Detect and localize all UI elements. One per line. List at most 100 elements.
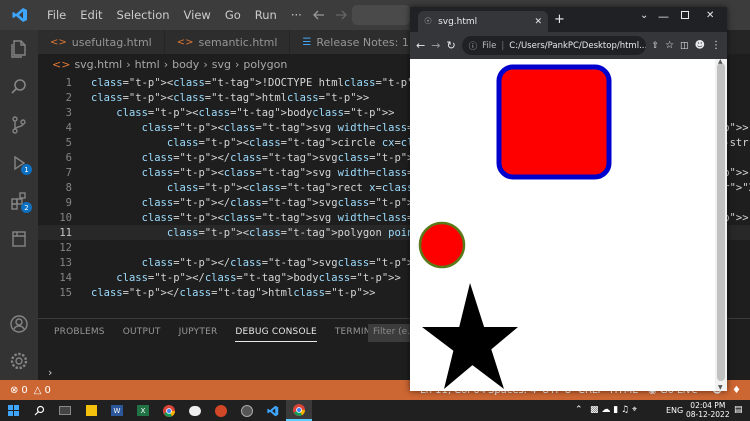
command-center[interactable] [352,5,410,25]
remote-explorer-icon[interactable] [0,220,38,258]
menu-selection[interactable]: Selection [110,8,177,22]
bookmark-star-icon[interactable]: ☆ [665,40,674,51]
star-polygon-shape [422,283,518,389]
chrome-active-icon[interactable] [286,400,312,421]
source-control-icon[interactable] [0,106,38,144]
menu-view[interactable]: View [177,8,218,22]
menu-go[interactable]: Go [218,8,248,22]
tab-search-chevron-icon[interactable]: ⌄ [640,10,648,21]
address-prefix: File [482,40,497,51]
breadcrumb-svg[interactable]: svg [212,58,231,71]
paint-icon[interactable] [182,400,208,421]
search-icon[interactable] [0,68,38,106]
line-number: 7 [65,166,72,179]
chrome-icon[interactable] [156,400,182,421]
chrome-tab[interactable]: ☉ svg.html ✕ [418,11,548,32]
address-bar[interactable]: ⓘ File | C:/Users/PankPC/Desktop/html... [461,36,646,55]
error-icon[interactable]: ⊗ [10,385,18,396]
account-icon[interactable] [0,305,38,343]
close-tab-icon[interactable]: ✕ [534,17,542,27]
scrollbar-thumb[interactable] [717,63,725,381]
chrome-window: ☉ svg.html ✕ + ⌄ — ✕ ← → ↻ ⓘ File | C:/U… [410,7,727,391]
menu-bar: File Edit Selection View Go Run ··· [40,8,309,22]
warning-icon[interactable]: △ [34,385,42,396]
panel-tab-output[interactable]: OUTPUT [123,327,161,342]
scroll-up-icon[interactable]: ▲ [718,58,723,65]
breadcrumb-body[interactable]: body [172,58,199,71]
powerpoint-icon[interactable] [208,400,234,421]
chrome-tab-title: svg.html [438,16,478,27]
close-window-icon[interactable]: ✕ [706,10,714,21]
forward-arrow-icon[interactable] [334,8,348,25]
html-file-icon: <> [50,36,67,48]
back-arrow-icon[interactable]: ← [416,39,425,52]
excel-icon[interactable]: X [130,400,156,421]
code-text: class="t-p"></class="t-tag">svgclass="t-… [141,151,420,164]
notifications-bell-icon[interactable]: ♦ [732,385,741,396]
clock[interactable]: 02:04 PM 08-12-2022 [686,401,730,419]
app-icon[interactable] [234,400,260,421]
notification-center-icon[interactable]: ▤ [734,405,743,415]
menu-file[interactable]: File [40,8,73,22]
code-text: class="t-p"><class="t-tag">htmlclass="t-… [91,91,370,104]
chevron-right-icon: › [126,57,131,71]
clock-time: 02:04 PM [690,401,726,410]
tab-semantic[interactable]: <> semantic.html [164,30,291,54]
run-badge: 1 [21,164,32,175]
scrollbar[interactable]: ▲ ▼ [715,58,727,391]
minimize-icon[interactable]: — [658,10,669,23]
tray-chevron-up-icon[interactable]: ⌃ [575,405,583,415]
html-file-icon: <> [176,36,194,48]
chrome-toolbar: ← → ↻ ⓘ File | C:/Users/PankPC/Desktop/h… [410,32,727,59]
panel-tab-debug-console[interactable]: DEBUG CONSOLE [235,327,317,342]
reload-icon[interactable]: ↻ [446,39,455,52]
code-text: class="t-p"></class="t-tag">svgclass="t-… [141,256,420,269]
tab-label: usefultag.html [71,35,152,49]
scroll-down-icon[interactable]: ▼ [718,384,723,391]
extensions-badge: 2 [21,202,32,213]
clock-date: 08-12-2022 [686,410,730,419]
line-number: 15 [59,286,72,299]
chevron-right-icon: › [234,57,240,71]
side-panel-icon[interactable]: ◫ [680,41,689,51]
panel-tab-problems[interactable]: PROBLEMS [54,327,105,342]
menu-more[interactable]: ··· [284,8,309,22]
back-arrow-icon[interactable] [312,8,326,25]
warning-count: 0 [44,384,51,396]
breadcrumb-html[interactable]: html [135,58,160,71]
line-number: 2 [65,91,72,104]
run-debug-icon[interactable]: 1 [0,144,38,182]
language-indicator[interactable]: ENG [666,406,683,415]
line-number: 13 [59,256,72,269]
new-tab-plus-icon[interactable]: + [554,12,565,27]
console-prompt-icon[interactable]: › [48,366,52,379]
menu-run[interactable]: Run [248,8,284,22]
line-number: 1 [65,76,72,89]
profile-avatar-icon[interactable]: ☻ [695,40,705,51]
error-count: 0 [21,384,28,396]
breadcrumb-polygon[interactable]: polygon [243,58,287,71]
breadcrumb-file[interactable]: svg.html [74,58,122,71]
forward-arrow-icon[interactable]: → [431,39,440,52]
search-icon[interactable] [26,400,52,421]
line-number: 4 [65,121,72,134]
menu-kebab-icon[interactable]: ⋮ [711,40,721,51]
vscode-taskbar-icon[interactable] [260,400,286,421]
word-icon[interactable]: W [104,400,130,421]
menu-edit[interactable]: Edit [73,8,109,22]
task-view-icon[interactable] [52,400,78,421]
extensions-icon[interactable]: 2 [0,182,38,220]
address-separator: | [501,40,505,51]
tray-icons[interactable]: ▩ ☁ ▮ ♫ ⌖ [590,405,637,415]
share-icon[interactable]: ⇧ [652,41,660,51]
tab-label: semantic.html [198,35,278,49]
tab-usefultag[interactable]: <> usefultag.html [38,30,165,54]
explorer-icon[interactable] [0,30,38,68]
panel-tab-jupyter[interactable]: JUPYTER [179,327,218,342]
maximize-icon[interactable] [681,11,689,19]
line-number: 8 [65,181,72,194]
chevron-right-icon: › [163,57,169,71]
sticky-notes-icon[interactable] [78,400,104,421]
windows-start-icon[interactable] [0,400,26,421]
settings-gear-icon[interactable] [0,342,38,380]
